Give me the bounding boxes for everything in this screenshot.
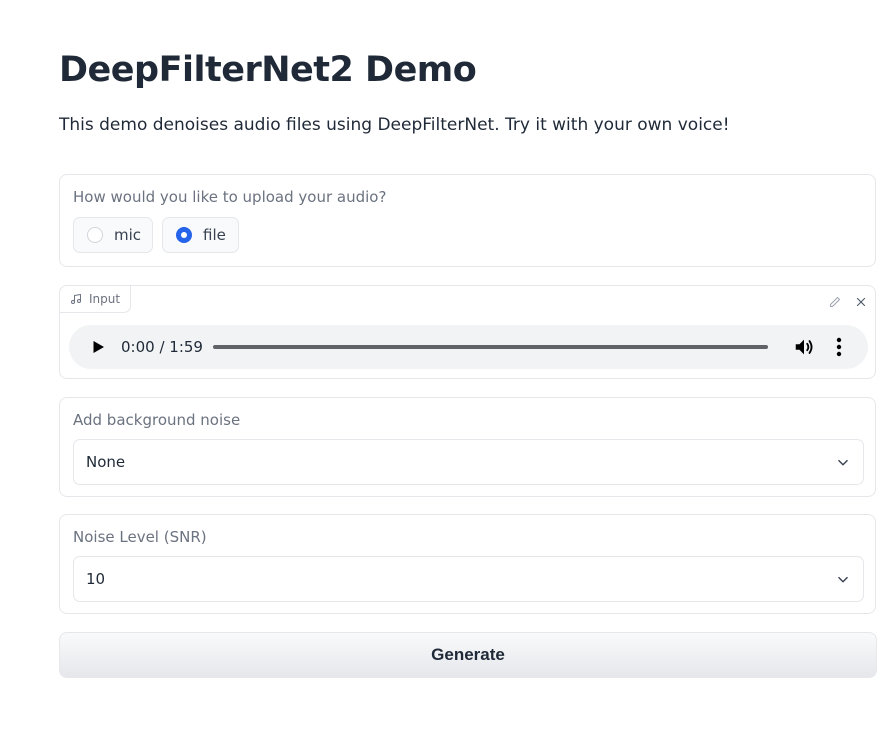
edit-audio-button[interactable] — [827, 294, 843, 310]
music-note-icon — [71, 294, 81, 304]
input-tag-label: Input — [89, 292, 121, 306]
noise-level-label: Noise Level (SNR) — [73, 528, 207, 546]
background-noise-label: Add background noise — [73, 411, 241, 429]
input-tag: Input — [59, 285, 132, 313]
volume-icon[interactable] — [793, 336, 815, 358]
page-description: This demo denoises audio files using Dee… — [59, 115, 730, 135]
pencil-icon — [830, 297, 840, 307]
audio-time-readout: 0:00 / 1:59 — [121, 338, 203, 356]
radio-option-mic[interactable]: mic — [73, 217, 153, 253]
generate-button[interactable]: Generate — [59, 632, 877, 678]
audio-player: 0:00 / 1:59 — [69, 325, 868, 369]
radio-option-file[interactable]: file — [162, 217, 239, 253]
noise-level-select[interactable]: 10 — [73, 556, 864, 602]
audio-progress-track[interactable] — [213, 345, 768, 349]
play-icon[interactable] — [89, 338, 107, 356]
close-icon — [856, 297, 866, 307]
radio-file-label: file — [203, 226, 226, 244]
page-title: DeepFilterNet2 Demo — [59, 50, 477, 90]
background-noise-value: None — [86, 453, 126, 471]
chevron-down-icon — [838, 459, 848, 466]
upload-mode-group: How would you like to upload your audio?… — [59, 174, 876, 267]
clear-audio-button[interactable] — [853, 294, 869, 310]
more-vertical-icon[interactable] — [830, 336, 848, 358]
radio-mic-circle[interactable] — [87, 227, 103, 243]
radio-file-circle[interactable] — [176, 227, 192, 243]
noise-level-value: 10 — [86, 570, 106, 588]
noise-level-group: Noise Level (SNR) 10 — [59, 514, 876, 614]
audio-input-panel: Input 0:00 / 1:59 — [59, 285, 876, 379]
radio-mic-label: mic — [114, 226, 142, 244]
upload-mode-label: How would you like to upload your audio? — [73, 188, 387, 206]
page: DeepFilterNet2 Demo This demo denoises a… — [0, 0, 887, 752]
background-noise-select[interactable]: None — [73, 439, 864, 485]
chevron-down-icon — [838, 576, 848, 583]
background-noise-group: Add background noise None — [59, 397, 876, 497]
